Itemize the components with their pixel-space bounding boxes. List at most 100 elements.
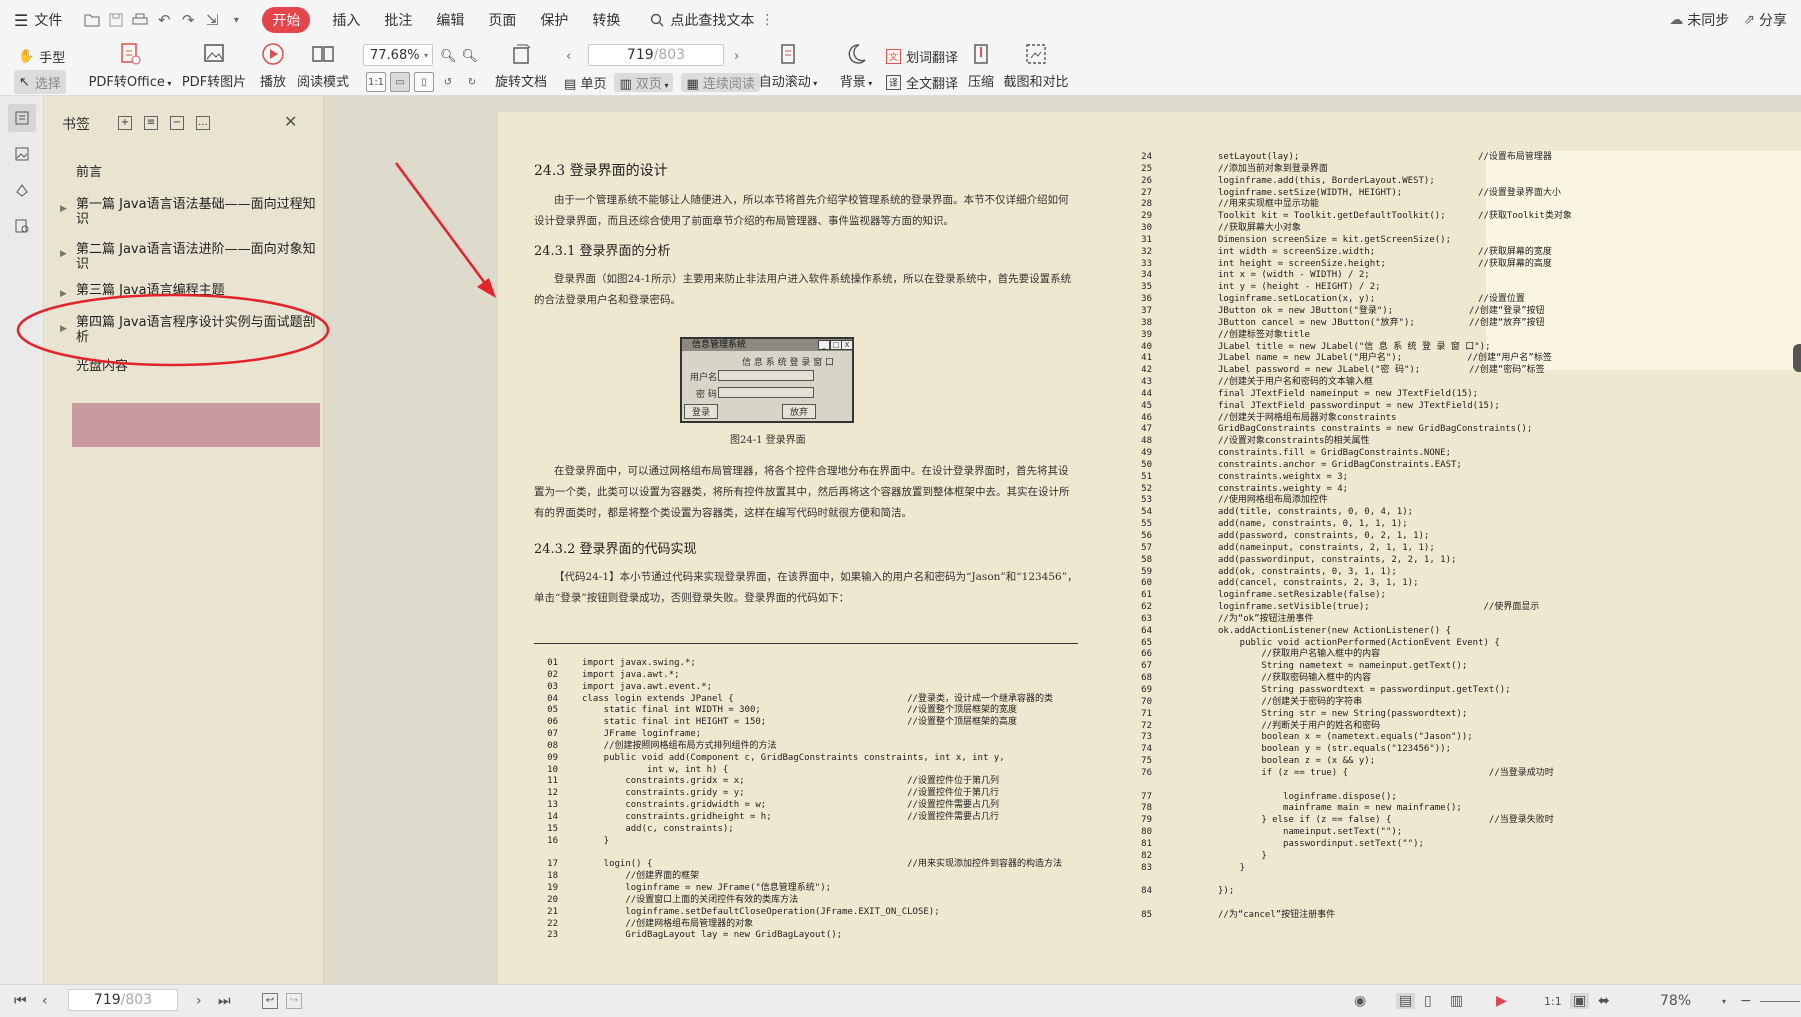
- thumbnail-icon[interactable]: [8, 140, 36, 168]
- full-translate-icon: 译: [886, 74, 902, 90]
- share-label: 分享: [1759, 13, 1787, 29]
- rotate-right-icon[interactable]: ↻: [462, 72, 482, 92]
- first-page-icon[interactable]: ⏮: [14, 993, 27, 1009]
- hand-tool-button[interactable]: ✋ 手型: [18, 44, 65, 68]
- add-bookmark-icon[interactable]: +: [118, 116, 132, 130]
- actual-size-icon[interactable]: 1:1: [366, 72, 386, 92]
- tab-edit[interactable]: 编辑: [424, 0, 476, 40]
- stamp-icon[interactable]: [8, 176, 36, 204]
- status-page-total: /803: [120, 992, 153, 1008]
- bookmark-item[interactable]: 第二篇 Java语言语法进阶——面向对象知识: [76, 242, 316, 272]
- rotate-doc-button[interactable]: 旋转文档: [494, 40, 548, 96]
- zoom-select[interactable]: 77.68% ▾: [363, 44, 433, 66]
- word-translate-label: 划词翻译: [906, 50, 959, 66]
- next-page-icon[interactable]: ›: [734, 49, 739, 64]
- print-icon[interactable]: [128, 0, 152, 40]
- tab-protect[interactable]: 保护: [528, 0, 580, 40]
- last-page-icon[interactable]: ⏭: [218, 993, 231, 1009]
- zoom-slider[interactable]: [1760, 1001, 1800, 1002]
- compress-button[interactable]: 压缩: [966, 40, 996, 96]
- zoom-out-icon[interactable]: −: [1740, 993, 1752, 1009]
- fit-actual-icon[interactable]: 1:1: [1544, 995, 1562, 1008]
- fit-width-icon[interactable]: ⬌: [1598, 993, 1610, 1009]
- prev-page-icon[interactable]: ‹: [566, 49, 571, 64]
- status-zoom-value[interactable]: 78%: [1660, 993, 1691, 1009]
- zoom-out-icon[interactable]: 🔍︎: [440, 49, 457, 64]
- file-menu[interactable]: ☰ 文件: [0, 0, 70, 40]
- bookmark-panel-title: 书签: [62, 117, 90, 133]
- annotation-list-icon[interactable]: [8, 212, 36, 240]
- bookmark-item[interactable]: 第一篇 Java语言语法基础——面向过程知识: [76, 197, 316, 227]
- zoom-in-icon[interactable]: 🔍︎: [462, 49, 479, 64]
- code-intro-paragraph: 【代码24-1】本小节通过代码来实现登录界面，在该界面中，如果输入的用户名和密码…: [534, 571, 1078, 604]
- close-panel-icon[interactable]: ✕: [284, 112, 297, 131]
- fit-page-icon[interactable]: ▣: [1570, 993, 1590, 1009]
- page-view-icon[interactable]: ▯: [1424, 993, 1432, 1009]
- eye-care-icon[interactable]: ◉: [1354, 993, 1366, 1009]
- open-folder-icon[interactable]: [80, 0, 104, 40]
- screenshot-compare-label: 截图和对比: [1003, 75, 1069, 90]
- menubar-right: ☁ 未同步 ⇗ 分享: [1669, 10, 1801, 30]
- fit-page-icon[interactable]: ▭: [390, 72, 410, 92]
- bookmark-panel-icon[interactable]: [8, 104, 36, 132]
- expand-bookmark-icon[interactable]: ≡: [144, 116, 158, 130]
- save-icon[interactable]: [104, 0, 128, 40]
- chevron-right-icon[interactable]: ▶: [60, 204, 67, 214]
- next-page-icon[interactable]: ›: [196, 993, 202, 1009]
- bookmark-item[interactable]: 光盘内容: [76, 359, 316, 374]
- full-translate-button[interactable]: 译 全文翻译: [886, 70, 958, 94]
- pdf-to-image-icon: [201, 41, 227, 67]
- undo-icon[interactable]: ↶: [152, 0, 176, 40]
- sync-button[interactable]: ☁ 未同步: [1669, 10, 1729, 30]
- bookmark-options-icon[interactable]: …: [196, 116, 210, 130]
- export-icon[interactable]: ⇲: [200, 0, 224, 40]
- play-slideshow-icon[interactable]: ▶: [1496, 993, 1507, 1009]
- pdf-to-office-button[interactable]: PDF转Office ▾: [89, 40, 171, 96]
- more-quick-access-icon[interactable]: ▾: [224, 0, 248, 40]
- rotate-doc-icon: [508, 41, 534, 67]
- bookmark-item-selected[interactable]: 第四篇 Java语言程序设计实例与面试题剖析: [76, 315, 316, 345]
- fit-width-icon[interactable]: ▯: [414, 72, 434, 92]
- tab-start[interactable]: 开始: [262, 7, 311, 33]
- chevron-right-icon[interactable]: ▶: [60, 249, 67, 259]
- play-button[interactable]: 播放: [256, 40, 290, 96]
- read-mode-button[interactable]: 阅读模式: [297, 40, 349, 96]
- side-scroll-handle[interactable]: [1793, 344, 1801, 372]
- select-tool-button[interactable]: ↖ 选择: [14, 70, 66, 94]
- chevron-right-icon[interactable]: ▶: [60, 324, 67, 334]
- pdf-to-image-button[interactable]: PDF转图片: [182, 40, 246, 96]
- status-page-input[interactable]: 719 /803: [68, 989, 178, 1011]
- back-icon[interactable]: ↩: [262, 993, 278, 1009]
- share-button[interactable]: ⇗ 分享: [1743, 10, 1787, 30]
- word-translate-button[interactable]: 文 划词翻译: [886, 44, 958, 68]
- redo-icon[interactable]: ↷: [176, 0, 200, 40]
- tab-page[interactable]: 页面: [476, 0, 528, 40]
- tab-convert[interactable]: 转换: [580, 0, 632, 40]
- continuous-read-button[interactable]: ▦ 连续阅读: [681, 72, 760, 92]
- auto-scroll-button[interactable]: 自动滚动 ▾: [756, 40, 820, 96]
- single-view-icon[interactable]: ▤: [1396, 993, 1416, 1009]
- layout-buttons: ▤ 单页 ▥ 双页 ▾ ▦ 连续阅读: [564, 70, 760, 94]
- bookmark-selected-highlight: [72, 403, 320, 447]
- prev-page-icon[interactable]: ‹: [42, 993, 48, 1009]
- chevron-down-icon[interactable]: ▾: [1722, 997, 1726, 1006]
- single-page-button[interactable]: ▤ 单页: [564, 73, 606, 92]
- more-vert-icon[interactable]: ⋮: [760, 12, 774, 28]
- collapse-bookmark-icon[interactable]: −: [170, 116, 184, 130]
- forward-icon[interactable]: ↪: [286, 993, 302, 1009]
- page-number-input[interactable]: 719 /803: [588, 44, 724, 66]
- double-page-button[interactable]: ▥ 双页 ▾: [614, 72, 674, 92]
- bookmark-item[interactable]: 前言: [76, 165, 316, 180]
- tab-insert[interactable]: 插入: [320, 0, 372, 40]
- find-text-button[interactable]: 点此查找文本 ⋮: [642, 10, 782, 30]
- bookmark-item[interactable]: 第三篇 Java语言编程主题: [76, 283, 316, 298]
- subsection-title: 24.3.2 登录界面的代码实现: [534, 542, 697, 557]
- search-icon: [651, 13, 664, 27]
- chevron-right-icon[interactable]: ▶: [60, 289, 67, 299]
- document-viewport[interactable]: 24.3 登录界面的设计 由于一个管理系统不能够让人随便进入，所以本节将首先介绍…: [324, 96, 1801, 984]
- double-view-icon[interactable]: ▥: [1450, 993, 1463, 1009]
- background-button[interactable]: 背景 ▾: [836, 40, 876, 96]
- screenshot-compare-button[interactable]: 截图和对比: [1003, 40, 1069, 96]
- rotate-left-icon[interactable]: ↺: [438, 72, 458, 92]
- tab-annotate[interactable]: 批注: [372, 0, 424, 40]
